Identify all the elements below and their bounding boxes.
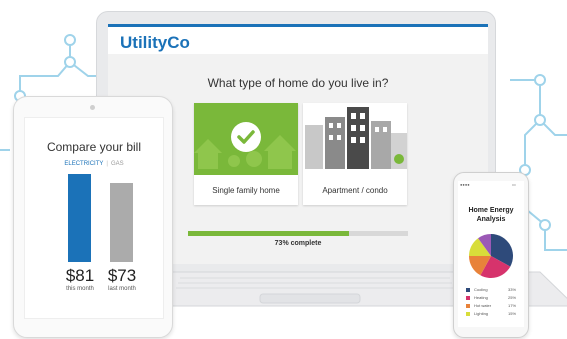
progress-bar <box>188 231 408 236</box>
legend-percent: 33% <box>508 287 517 292</box>
tab-separator: | <box>106 161 108 167</box>
question-title: What type of home do you live in? <box>207 76 389 90</box>
signal-icon: ●●●● <box>460 182 470 187</box>
tab-electricity[interactable]: ELECTRICITY <box>64 161 103 167</box>
phone-device: ●●●● ▭ Home Energy Analysis Cooling 33% … <box>453 172 529 338</box>
option-apartment-condo[interactable]: Apartment / condo <box>303 103 407 205</box>
option-label: Apartment / condo <box>322 186 388 195</box>
legend-item: Cooling 33% <box>466 287 520 295</box>
legend-swatch <box>466 304 470 308</box>
legend-label: Heating <box>474 295 488 300</box>
legend-item: Lighting 15% <box>466 311 520 319</box>
compare-bill-title: Compare your bill <box>46 140 142 154</box>
legend-item: Hot water 17% <box>466 303 520 311</box>
legend-item: Heating 25% <box>466 295 520 303</box>
bill-amount-last-month: $73 <box>107 266 137 285</box>
progress-fill <box>188 231 349 236</box>
brand-logo[interactable]: UtilityCo <box>120 33 190 53</box>
energy-analysis-title: Home Energy Analysis <box>458 206 524 224</box>
option-single-family-home[interactable]: Single family home <box>194 103 298 205</box>
title-line: Home Energy <box>468 207 514 214</box>
tab-gas[interactable]: GAS <box>111 161 124 167</box>
bill-bar-this-month <box>68 174 91 262</box>
battery-icon: ▭ <box>512 182 516 187</box>
energy-pie-chart <box>469 234 513 278</box>
tablet-screen: Compare your bill ELECTRICITY | GAS $81 $7… <box>24 117 164 319</box>
legend-percent: 25% <box>508 295 517 300</box>
energy-tabs: ELECTRICITY | GAS <box>25 161 163 167</box>
app-header: UtilityCo <box>108 24 488 54</box>
legend-swatch <box>466 288 470 292</box>
check-icon <box>237 130 255 144</box>
camera-dot <box>90 105 95 110</box>
title-line: Analysis <box>476 216 506 223</box>
option-label: Single family home <box>212 186 280 195</box>
legend-label: Cooling <box>474 287 488 292</box>
legend-swatch <box>466 312 470 316</box>
apartment-illustration <box>303 103 407 175</box>
bill-bar-last-month <box>110 183 133 262</box>
bill-sublabel: last month <box>108 286 136 292</box>
legend-percent: 17% <box>508 303 517 308</box>
tablet-device: Compare your bill ELECTRICITY | GAS $81 $7… <box>13 96 173 338</box>
phone-screen: ●●●● ▭ Home Energy Analysis Cooling 33% … <box>458 181 524 327</box>
legend-swatch <box>466 296 470 300</box>
legend-percent: 15% <box>508 311 517 316</box>
legend-label: Lighting <box>474 311 489 316</box>
house-illustration <box>194 103 298 175</box>
legend-label: Hot water <box>474 303 492 308</box>
progress-label: 73% complete <box>274 240 322 247</box>
